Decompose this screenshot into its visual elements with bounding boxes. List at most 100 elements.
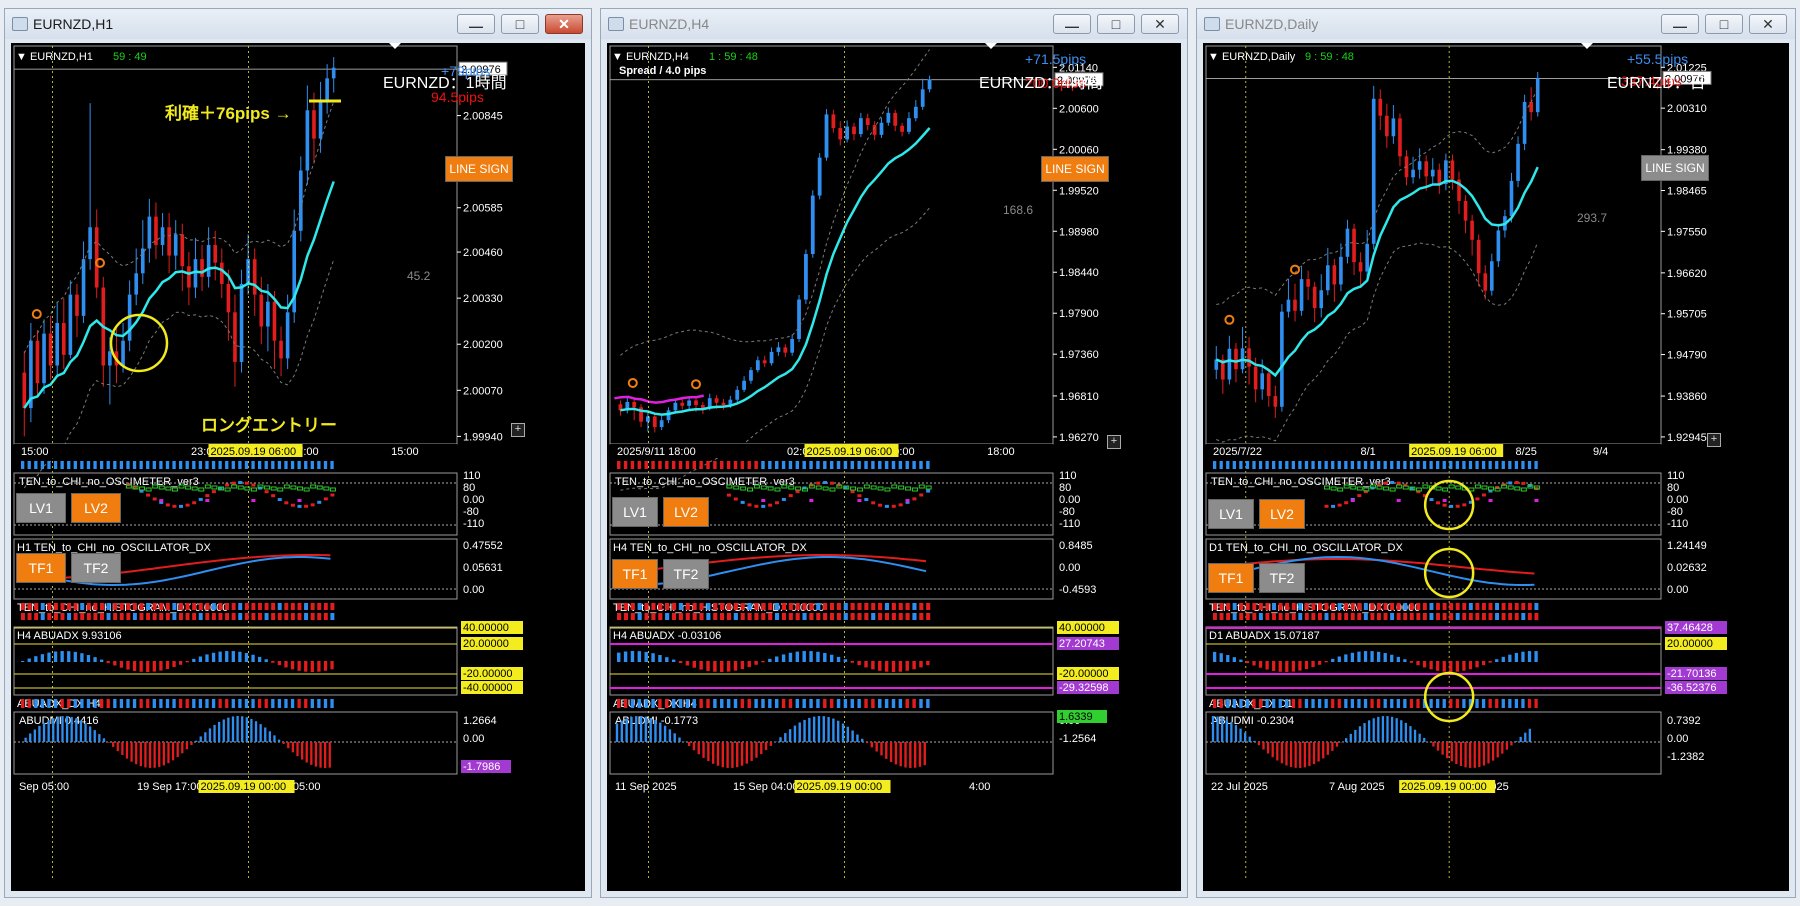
lv1-button[interactable]: LV1 xyxy=(612,497,658,527)
maximize-button[interactable]: □ xyxy=(501,14,539,34)
bias-strip-bar xyxy=(775,461,779,469)
candle-body xyxy=(312,110,316,139)
abuadx-dx-bar xyxy=(1462,699,1466,708)
abuadx-bar xyxy=(1409,661,1414,663)
abuadx-dx-bar xyxy=(1370,699,1374,708)
abuadx-dx-bar xyxy=(1449,699,1453,708)
candle-body xyxy=(927,79,932,90)
abuadx-bar xyxy=(1436,661,1440,671)
histogram-bar xyxy=(271,613,276,620)
abuadx-bar xyxy=(733,661,738,671)
histogram-bar xyxy=(1350,613,1355,620)
lv2-button[interactable]: LV2 xyxy=(1259,499,1305,529)
title-bar[interactable]: EURNZD,H4 — □ ✕ xyxy=(601,9,1187,39)
minimize-button[interactable]: — xyxy=(457,14,495,34)
minimize-button[interactable]: — xyxy=(1053,14,1091,34)
tf1-button[interactable]: TF1 xyxy=(1208,563,1254,593)
zoom-plus-icon[interactable]: + xyxy=(1707,433,1721,447)
line-sign-button[interactable]: LINE SIGN xyxy=(445,156,513,182)
chart-shift-marker[interactable] xyxy=(1581,43,1593,49)
oscimeter-dot xyxy=(277,498,282,502)
tf2-button[interactable]: TF2 xyxy=(1259,563,1305,593)
abuadx-dx-bar xyxy=(100,699,104,708)
zoom-plus-icon[interactable]: + xyxy=(511,423,525,437)
abuadx-dx-bar xyxy=(73,699,77,708)
histogram-bar xyxy=(185,613,190,620)
abuadx-dx-bar xyxy=(1324,699,1328,708)
oscillator-scale-label: 0.47552 xyxy=(463,540,503,552)
tf1-button[interactable]: TF1 xyxy=(16,553,66,583)
abuadx-bar xyxy=(277,661,282,666)
candle-body xyxy=(140,248,145,274)
chart-area[interactable]: 2.01225 2.00310 1.99380 1.98465 1.97550 1.966… xyxy=(1203,43,1789,891)
oscimeter-magenta-dot xyxy=(1442,499,1447,502)
histogram-bar xyxy=(898,613,903,620)
abuadx-bar xyxy=(829,654,834,662)
abuadx-dx-bar xyxy=(67,699,71,708)
histogram-bar xyxy=(264,613,269,620)
zoom-plus-icon[interactable]: + xyxy=(1107,435,1121,449)
histogram-bar xyxy=(617,603,622,610)
bias-strip-bar xyxy=(706,461,710,469)
bottom-time-label: 15 Sep 04:00 xyxy=(733,781,798,793)
candle-body xyxy=(1463,200,1468,221)
oscimeter-dot xyxy=(1455,504,1460,508)
oscimeter-magenta-dot xyxy=(251,499,256,502)
chart-shift-marker[interactable] xyxy=(985,43,997,49)
histogram-bar xyxy=(1252,613,1257,620)
candle-body xyxy=(1319,290,1324,309)
bias-strip-bar xyxy=(310,461,314,469)
histogram-bar xyxy=(1324,613,1329,620)
lv1-button[interactable]: LV1 xyxy=(16,493,66,523)
chart-area[interactable]: 2.01140 2.00600 2.00060 1.99520 1.98980 1.984… xyxy=(607,43,1181,891)
tf2-button[interactable]: TF2 xyxy=(71,553,121,583)
abuadx-bar xyxy=(1462,661,1466,671)
close-button[interactable]: ✕ xyxy=(545,14,583,34)
lv2-button[interactable]: LV2 xyxy=(663,497,709,527)
candle-body xyxy=(886,112,891,123)
oscimeter-dot xyxy=(884,504,889,508)
oscimeter-dot xyxy=(1508,481,1513,485)
lv1-button[interactable]: LV1 xyxy=(1208,499,1254,529)
oscimeter-signal-mark xyxy=(1330,486,1337,491)
bias-strip-bar xyxy=(747,461,751,469)
histogram-bar xyxy=(1416,603,1421,610)
abuadx-dx-bar xyxy=(1278,699,1282,708)
abuadx-dx-bar xyxy=(823,699,827,708)
histogram-bar xyxy=(218,603,223,610)
abuadx-dx-bar xyxy=(317,699,321,708)
candle-body xyxy=(804,254,808,300)
abuadx-bar xyxy=(86,655,91,662)
candle-body xyxy=(81,259,86,316)
candle-body xyxy=(742,380,746,390)
chart-area[interactable]: 2.008452.007152.005852.004602.003302.002… xyxy=(11,43,585,891)
bias-strip-bar xyxy=(1239,461,1243,469)
abudmi-scale-label: 1.2664 xyxy=(463,715,497,727)
chart-shift-marker[interactable] xyxy=(389,43,401,49)
line-sign-button[interactable]: LINE SIGN xyxy=(1641,155,1709,181)
close-button[interactable]: ✕ xyxy=(1749,14,1787,34)
candle-body xyxy=(1345,228,1350,257)
histogram-bar xyxy=(93,603,98,610)
oscimeter-dot xyxy=(271,494,276,498)
minimize-button[interactable]: — xyxy=(1661,14,1699,34)
title-bar[interactable]: EURNZD,Daily — □ ✕ xyxy=(1197,9,1795,39)
tf1-button[interactable]: TF1 xyxy=(612,559,658,589)
bias-strip-bar xyxy=(238,461,242,469)
maximize-button[interactable]: □ xyxy=(1705,14,1743,34)
histogram-bar xyxy=(884,603,890,610)
close-button[interactable]: ✕ xyxy=(1141,14,1179,34)
histogram-bar xyxy=(726,603,732,610)
title-bar[interactable]: EURNZD,H1 — □ ✕ xyxy=(5,9,591,39)
time-tick-label: 9/4 xyxy=(1593,446,1608,458)
maximize-button[interactable]: □ xyxy=(1097,14,1135,34)
bias-strip-bar xyxy=(47,461,51,469)
abuadx-dx-bar xyxy=(699,699,703,708)
tf2-button[interactable]: TF2 xyxy=(663,559,709,589)
line-sign-button[interactable]: LINE SIGN xyxy=(1041,156,1109,182)
histogram-bar xyxy=(1226,613,1231,620)
lv2-button[interactable]: LV2 xyxy=(71,493,121,523)
abuadx-dx-bar xyxy=(733,699,738,708)
price-tick-label: 2.00330 xyxy=(463,293,503,305)
bias-strip-bar xyxy=(1508,461,1512,469)
